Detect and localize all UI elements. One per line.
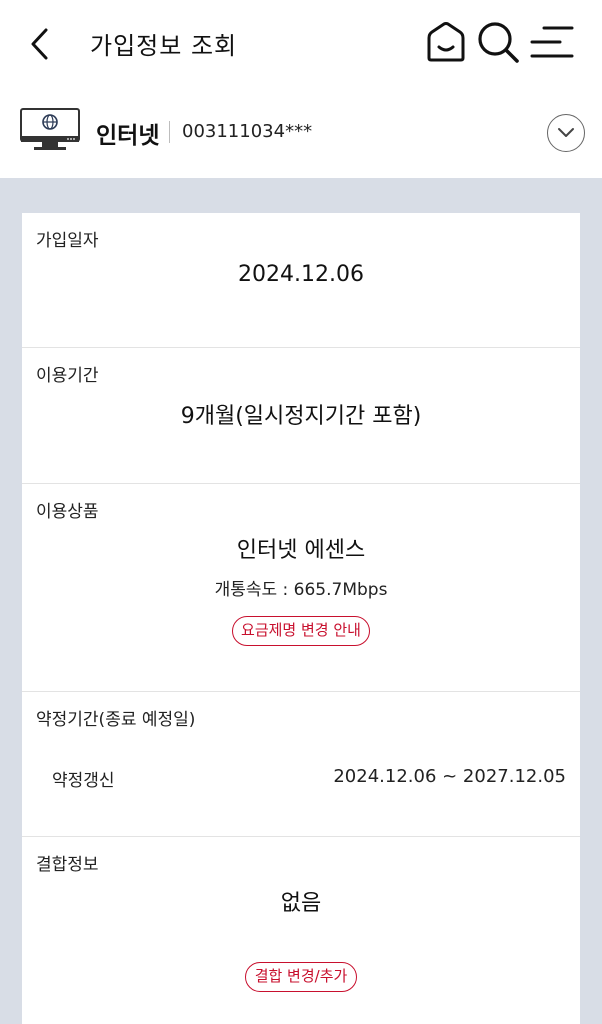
join-date-label: 가입일자 bbox=[36, 231, 99, 251]
usage-period-value: 9개월(일시정지기간 포함) bbox=[180, 404, 422, 429]
usage-period-label: 이용기간 bbox=[36, 366, 99, 386]
monitor-icon bbox=[20, 108, 80, 150]
bundle-value: 없음 bbox=[280, 891, 322, 916]
back-arrow-icon bbox=[31, 28, 48, 60]
product-label: 이용상품 bbox=[36, 502, 99, 522]
search-icon bbox=[478, 22, 519, 63]
contract-section: 약정기간(종료 예정일) 약정갱신 2024.12.06 ~ 2027.12.0… bbox=[22, 692, 580, 837]
chevron-down-icon bbox=[558, 128, 574, 137]
divider bbox=[169, 121, 170, 143]
menu-icon bbox=[530, 26, 574, 58]
expand-button[interactable] bbox=[547, 114, 585, 152]
service-number: 003111034*** bbox=[182, 121, 313, 142]
menu-button[interactable] bbox=[530, 20, 574, 64]
usage-period-section: 이용기간 9개월(일시정지기간 포함) bbox=[22, 348, 580, 484]
bundle-label: 결합정보 bbox=[36, 855, 99, 875]
service-selector[interactable]: 인터넷 003111034*** bbox=[0, 88, 602, 178]
speed-info: 개통속도 : 665.7Mbps bbox=[214, 580, 388, 600]
plan-name-change-button[interactable]: 요금제명 변경 안내 bbox=[232, 616, 370, 646]
join-date-section: 가입일자 2024.12.06 bbox=[22, 213, 580, 348]
product-name: 인터넷 에센스 bbox=[236, 538, 366, 563]
bundle-section: 결합정보 없음 결합 변경/추가 bbox=[22, 837, 580, 1024]
contract-type: 약정갱신 bbox=[52, 771, 115, 791]
app-header: 가입정보 조회 bbox=[0, 0, 602, 88]
page-title: 가입정보 조회 bbox=[90, 32, 238, 60]
join-date-value: 2024.12.06 bbox=[238, 262, 364, 287]
home-button[interactable] bbox=[424, 20, 468, 64]
subscription-info-card: 가입일자 2024.12.06 이용기간 9개월(일시정지기간 포함) 이용상품… bbox=[22, 213, 580, 1024]
home-icon bbox=[427, 22, 465, 62]
back-button[interactable] bbox=[24, 24, 60, 64]
product-section: 이용상품 인터넷 에센스 개통속도 : 665.7Mbps 요금제명 변경 안내 bbox=[22, 484, 580, 692]
bundle-change-button[interactable]: 결합 변경/추가 bbox=[245, 962, 357, 992]
service-name: 인터넷 bbox=[96, 123, 160, 149]
search-button[interactable] bbox=[476, 20, 520, 64]
contract-label: 약정기간(종료 예정일) bbox=[36, 710, 196, 730]
contract-period: 2024.12.06 ~ 2027.12.05 bbox=[333, 766, 566, 787]
